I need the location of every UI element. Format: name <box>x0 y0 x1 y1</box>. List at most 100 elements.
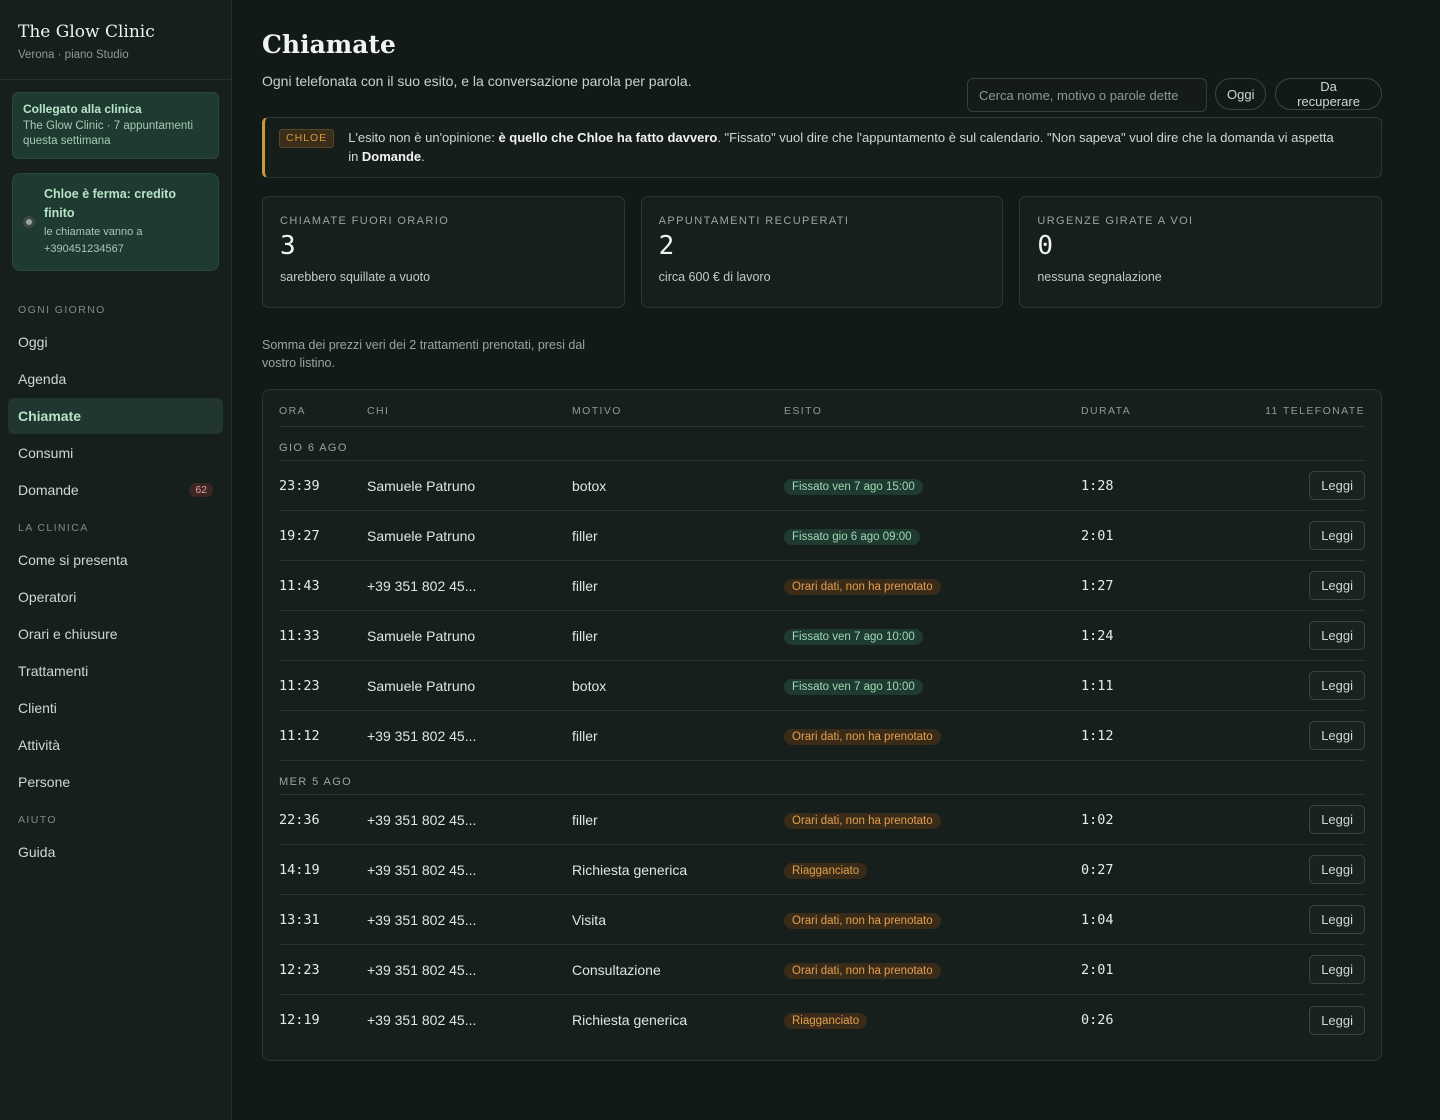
page-title: Chiamate <box>262 30 396 59</box>
stat-value: 2 <box>658 231 675 261</box>
brand-plan: Verona · piano Studio <box>18 49 129 61</box>
call-reason: botox <box>572 477 607 494</box>
call-time: 11:33 <box>279 627 320 644</box>
sidebar-item-clienti[interactable]: Clienti <box>8 690 223 726</box>
caller-name: +39 351 802 45... <box>367 911 477 928</box>
read-transcript-button[interactable]: Leggi <box>1309 955 1365 984</box>
notice-domande-link: Domande <box>361 149 422 164</box>
call-time: 11:43 <box>279 577 320 594</box>
sidebar-item-label: Guida <box>18 844 56 860</box>
sidebar-item-label: Operatori <box>18 589 77 605</box>
sidebar-item-consumi[interactable]: Consumi <box>8 435 223 471</box>
read-transcript-button[interactable]: Leggi <box>1309 1005 1365 1035</box>
notice-text-part: L'esito non è un'opinione: <box>348 130 499 145</box>
nav-section-label: LA CLINICA <box>18 522 89 534</box>
read-transcript-button[interactable]: Leggi <box>1309 571 1365 600</box>
call-duration: 1:28 <box>1081 477 1114 494</box>
table-body: GIO 6 AGO 23:39 Samuele Patruno botox Fissat… <box>279 427 1365 1045</box>
read-transcript-button[interactable]: Leggi <box>1309 471 1365 500</box>
read-transcript-button[interactable]: Leggi <box>1309 671 1365 700</box>
action-cell: Leggi <box>1201 671 1365 700</box>
caller-name: +39 351 802 45... <box>367 727 477 744</box>
sidebar-item-guida[interactable]: Guida <box>8 834 223 870</box>
call-reason: filler <box>572 727 598 744</box>
sidebar-item-chiamate[interactable]: Chiamate <box>8 398 223 434</box>
outcome-badge: Fissato gio 6 ago 09:00 <box>784 528 920 545</box>
sidebar-item-label: Agenda <box>18 371 67 387</box>
table-header: ORA CHI MOTIVO ESITO DURATA 11 TELEFONAT… <box>279 390 1365 427</box>
read-transcript-button[interactable]: Leggi <box>1309 521 1365 550</box>
call-reason: Visita <box>572 911 606 928</box>
read-transcript-button[interactable]: Leggi <box>1309 905 1365 934</box>
stat-note: sarebbero squillate a vuoto <box>280 270 431 284</box>
call-duration: 1:24 <box>1081 627 1114 644</box>
caller-name: +39 351 802 45... <box>367 577 477 594</box>
sidebar-item-persone[interactable]: Persone <box>8 764 223 800</box>
read-transcript-button[interactable]: Leggi <box>1309 721 1365 750</box>
action-cell: Leggi <box>1201 621 1365 650</box>
table-row: 23:39 Samuele Patruno botox Fissato ven 7 a… <box>279 461 1365 511</box>
stat-note: nessuna segnalazione <box>1037 270 1162 284</box>
table-row: 12:19 +39 351 802 45... Richiesta generica… <box>279 995 1365 1045</box>
call-reason: filler <box>572 811 598 828</box>
sidebar-item-trattamenti[interactable]: Trattamenti <box>8 653 223 689</box>
action-cell: Leggi <box>1201 721 1365 750</box>
stat-card: CHIAMATE FUORI ORARIO 3 sarebbero squillat… <box>262 196 625 308</box>
sidebar-item-attivita[interactable]: Attività <box>8 727 223 763</box>
stat-label: APPUNTAMENTI RECUPERATI <box>658 215 850 227</box>
table-row: 13:31 +39 351 802 45... Visita Orari dati, … <box>279 895 1365 945</box>
outcome-badge: Fissato ven 7 ago 15:00 <box>784 478 923 495</box>
sidebar-item-come-si-presenta[interactable]: Come si presenta <box>8 542 223 578</box>
read-transcript-button[interactable]: Leggi <box>1309 855 1365 884</box>
caller-name: +39 351 802 45... <box>367 861 477 878</box>
outcome-badge: Fissato ven 7 ago 10:00 <box>784 678 923 695</box>
call-time: 12:19 <box>279 1012 320 1028</box>
sidebar-item-orari-e-chiusure[interactable]: Orari e chiusure <box>8 616 223 652</box>
sidebar-item-oggi[interactable]: Oggi <box>8 324 223 360</box>
agent-status-card[interactable]: Chloe è ferma: credito finito le chiamat… <box>12 173 219 271</box>
call-time: 23:39 <box>279 477 320 494</box>
date-group-label: MER 5 AGO <box>279 761 1365 795</box>
action-cell: Leggi <box>1201 571 1365 600</box>
call-time: 19:27 <box>279 527 320 544</box>
outcome-cell: Orari dati, non ha prenotato <box>784 727 1081 745</box>
call-duration: 0:27 <box>1081 861 1114 878</box>
agent-status-title: Chloe è ferma: credito finito <box>44 187 176 220</box>
column-header-outcome: ESITO <box>784 405 823 417</box>
sidebar-item-label: Attività <box>18 737 61 753</box>
action-cell: Leggi <box>1201 905 1365 934</box>
caller-name: Samuele Patruno <box>367 677 476 694</box>
sidebar-item-domande[interactable]: Domande 62 <box>8 472 223 508</box>
outcome-cell: Orari dati, non ha prenotato <box>784 911 1081 929</box>
sidebar-item-label: Domande <box>18 482 79 498</box>
read-transcript-button[interactable]: Leggi <box>1309 621 1365 650</box>
call-time: 13:31 <box>279 911 320 928</box>
outcome-badge: Riagganciato <box>784 1013 868 1029</box>
calls-count: 11 TELEFONATE <box>1265 405 1365 417</box>
call-duration: 1:02 <box>1081 811 1114 828</box>
connection-status-detail: The Glow Clinic · 7 appuntamenti questa … <box>23 120 194 147</box>
filter-today-button[interactable]: Oggi <box>1215 78 1267 110</box>
filter-to-recover-button[interactable]: Da recuperare <box>1275 78 1382 110</box>
table-row: 11:12 +39 351 802 45... filler Orari dati, … <box>279 711 1365 761</box>
sidebar-item-operatori[interactable]: Operatori <box>8 579 223 615</box>
call-time: 11:12 <box>279 727 320 744</box>
sidebar-item-agenda[interactable]: Agenda <box>8 361 223 397</box>
search-input[interactable] <box>967 78 1207 112</box>
outcome-cell: Fissato ven 7 ago 10:00 <box>784 627 1081 645</box>
outcome-badge: Orari dati, non ha prenotato <box>784 962 941 979</box>
connection-status-title: Collegato alla clinica <box>23 102 142 116</box>
sidebar-item-label: Oggi <box>18 334 48 350</box>
call-duration: 1:11 <box>1081 677 1114 694</box>
action-cell: Leggi <box>1201 805 1365 834</box>
action-cell: Leggi <box>1201 955 1365 984</box>
read-transcript-button[interactable]: Leggi <box>1309 805 1365 834</box>
stat-value: 3 <box>280 231 296 261</box>
action-cell: Leggi <box>1201 521 1365 550</box>
count-badge: 62 <box>189 483 213 497</box>
outcome-cell: Riagganciato <box>784 1011 1081 1029</box>
outcome-badge: Orari dati, non ha prenotato <box>784 578 941 595</box>
sidebar-item-label: Chiamate <box>18 408 82 424</box>
page-subtitle: Ogni telefonata con il suo esito, e la c… <box>262 73 692 89</box>
stat-value: 0 <box>1037 231 1053 261</box>
